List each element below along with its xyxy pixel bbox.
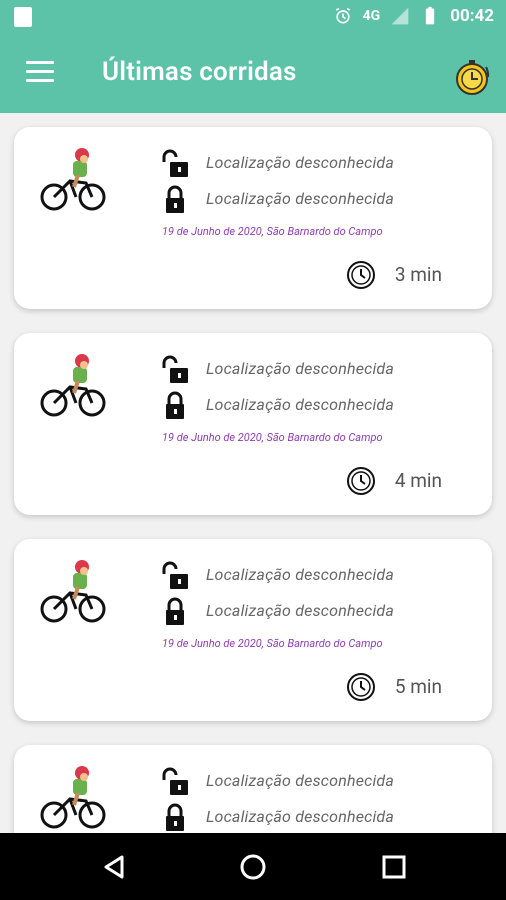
end-location-text: Localização desconhecida bbox=[206, 189, 395, 208]
back-icon[interactable] bbox=[98, 851, 130, 883]
bicycle-icon bbox=[40, 766, 106, 829]
ride-card[interactable]: Localização desconhecida Localização des… bbox=[14, 127, 492, 309]
end-location-text: Localização desconhecida bbox=[206, 395, 395, 414]
start-location-text: Localização desconhecida bbox=[206, 771, 395, 790]
unlock-icon bbox=[162, 149, 188, 177]
ride-duration: 4 min bbox=[394, 469, 442, 492]
rides-list[interactable]: Localização desconhecida Localização des… bbox=[0, 113, 506, 833]
alarm-icon bbox=[335, 7, 350, 24]
signal-icon bbox=[391, 7, 409, 25]
unlock-icon bbox=[162, 561, 188, 589]
clock-icon bbox=[347, 673, 375, 701]
home-icon[interactable] bbox=[237, 851, 269, 883]
lock-icon bbox=[166, 803, 184, 831]
network-type: 4G bbox=[362, 8, 381, 24]
notification-icon bbox=[14, 7, 32, 27]
page-title: Últimas corridas bbox=[102, 57, 297, 87]
start-location-text: Localização desconhecida bbox=[206, 359, 395, 378]
status-bar: 4G 00:42 bbox=[0, 0, 506, 35]
status-time: 00:42 bbox=[450, 6, 494, 26]
menu-icon-line bbox=[26, 70, 54, 73]
start-location-text: Localização desconhecida bbox=[206, 565, 395, 584]
lock-icon bbox=[166, 391, 184, 419]
menu-button[interactable] bbox=[26, 61, 54, 83]
end-location-text: Localização desconhecida bbox=[206, 807, 395, 826]
ride-date-place: 19 de Junho de 2020, São Barnardo do Cam… bbox=[162, 225, 383, 238]
clock-icon bbox=[347, 467, 375, 495]
ride-card[interactable]: Localização desconhecida Localização des… bbox=[14, 333, 492, 515]
battery-icon bbox=[426, 6, 435, 25]
end-location-text: Localização desconhecida bbox=[206, 601, 395, 620]
bicycle-icon bbox=[40, 148, 106, 211]
ride-date-place: 19 de Junho de 2020, São Barnardo do Cam… bbox=[162, 637, 383, 650]
lock-icon bbox=[166, 597, 184, 625]
stopwatch-icon[interactable] bbox=[452, 57, 492, 97]
start-location-text: Localização desconhecida bbox=[206, 153, 395, 172]
app-bar: Últimas corridas bbox=[0, 35, 506, 113]
status-right: 4G 00:42 bbox=[333, 6, 494, 26]
ride-card[interactable]: Localização desconhecida Localização des… bbox=[14, 539, 492, 721]
clock-icon bbox=[347, 261, 375, 289]
ride-duration: 5 min bbox=[394, 675, 442, 698]
recents-icon[interactable] bbox=[378, 851, 410, 883]
ride-card[interactable]: Localização desconhecida Localização des… bbox=[14, 745, 492, 833]
ride-duration: 3 min bbox=[394, 263, 442, 286]
unlock-icon bbox=[162, 355, 188, 383]
system-nav-bar bbox=[0, 833, 506, 900]
menu-icon-line bbox=[26, 79, 54, 82]
menu-icon-line bbox=[26, 61, 54, 64]
bicycle-icon bbox=[40, 560, 106, 623]
unlock-icon bbox=[162, 767, 188, 795]
bicycle-icon bbox=[40, 354, 106, 417]
lock-icon bbox=[166, 185, 184, 213]
ride-date-place: 19 de Junho de 2020, São Barnardo do Cam… bbox=[162, 431, 383, 444]
